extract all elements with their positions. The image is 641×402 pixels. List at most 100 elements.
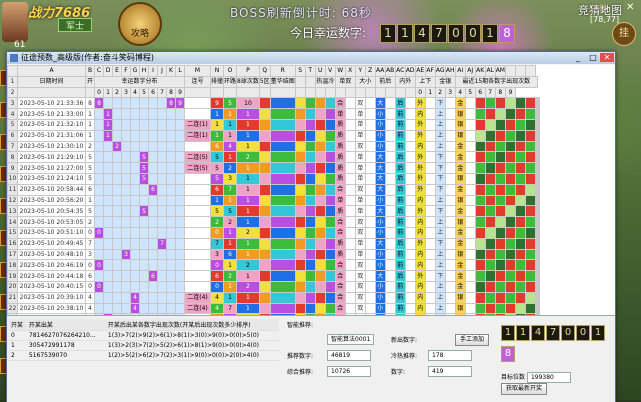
attr-pad-cell[interactable] [364,259,376,272]
attr-cell[interactable]: 金 [454,97,466,110]
lucky-cell[interactable] [94,302,104,315]
heat-cell[interactable] [494,205,506,218]
attr-pad-cell[interactable] [384,162,396,174]
stat-cell[interactable]: 1 [223,194,238,207]
heat-cell[interactable] [514,237,526,250]
attr-cell[interactable]: 内 [414,226,426,239]
lucky-cell[interactable] [130,205,140,218]
heat-cell[interactable] [537,280,540,293]
stat-cell[interactable]: 1 [236,194,260,207]
table-row[interactable]: 12 2023-05-10 20:56:20 1 1 1 1 单单小前内上银 [7,194,540,207]
table-row[interactable]: 10 2023-05-10 21:24:10 5 5 5 3 1 质单大后外下银 [7,172,540,185]
attr-cell[interactable]: 双 [354,140,366,153]
lucky-cell[interactable] [94,183,104,196]
heat-cell[interactable] [494,280,506,293]
trend-cell[interactable] [314,194,326,207]
heat-cell[interactable] [524,302,536,315]
table-row[interactable]: 9 2023-05-10 21:27:00 5 5 二连(5) 5 2 1 质单大后外下金 [7,162,540,174]
lucky-cell[interactable] [121,162,131,174]
lucky-cell[interactable] [139,302,149,315]
lucky-cell[interactable] [157,280,167,293]
stat-cell[interactable]: 2 [236,259,260,272]
attr-pad-cell[interactable] [384,183,396,196]
open-cell[interactable]: 6 [85,183,95,196]
lucky-cell[interactable] [166,183,176,196]
lucky-cell[interactable] [166,140,176,153]
heat-cell[interactable] [504,226,516,239]
heat-cell[interactable] [474,97,486,110]
lucky-cell[interactable] [94,248,104,261]
attr-cell[interactable]: 上 [434,129,446,142]
heat-cell[interactable] [524,162,536,174]
attr-cell[interactable]: 金 [454,162,466,174]
trend-cell[interactable] [258,270,271,282]
trend-cell[interactable] [314,205,326,218]
trend-cell[interactable] [269,194,296,207]
lucky-cell[interactable] [103,183,113,196]
trend-cell[interactable] [258,216,271,228]
stat-cell[interactable]: 1 [209,129,225,142]
lian-cell[interactable] [184,183,211,196]
lian-cell[interactable] [184,216,211,228]
attr-cell[interactable]: 内 [414,216,426,228]
attr-pad-cell[interactable] [364,118,376,131]
heat-cell[interactable] [494,216,506,228]
stat-cell[interactable]: 1 [236,118,260,131]
trend-cell[interactable] [258,205,271,218]
attr-cell[interactable]: 小 [374,248,386,261]
attr-pad-cell[interactable] [464,302,476,315]
lucky-cell[interactable] [112,162,122,174]
attr-pad-cell[interactable] [444,291,456,304]
trend-cell[interactable] [314,183,326,196]
date-cell[interactable]: 2023-05-10 20:58:44 [17,183,86,196]
attr-cell[interactable]: 合 [334,183,346,196]
lucky-cell[interactable] [166,280,176,293]
heat-cell[interactable] [494,140,506,153]
lucky-cell[interactable] [94,108,104,120]
attr-pad-cell[interactable] [344,183,356,196]
heat-cell[interactable] [484,194,496,207]
lian-cell[interactable]: 二连(4) [184,302,211,315]
attr-pad-cell[interactable] [384,248,396,261]
heat-cell[interactable] [494,118,506,131]
stat-cell[interactable]: 1 [223,237,238,250]
trend-cell[interactable] [269,237,296,250]
column-letter[interactable]: Y [354,65,366,77]
stat-cell[interactable]: 1 [236,237,260,250]
lucky-cell[interactable] [103,280,113,293]
column-letter[interactable]: D [103,65,113,77]
lucky-cell[interactable]: 5 [139,205,149,218]
lucky-cell[interactable] [112,172,122,185]
lucky-cell[interactable]: 1 [103,129,113,142]
lucky-cell[interactable] [148,108,158,120]
lucky-cell[interactable] [148,97,158,110]
stat-cell[interactable]: 2 [236,151,260,164]
heat-cell[interactable] [474,162,486,174]
stat-cell[interactable]: 5 [209,151,225,164]
attr-pad-cell[interactable] [424,140,436,153]
lucky-cell[interactable] [130,118,140,131]
lian-cell[interactable] [184,237,211,250]
heat-cell[interactable] [524,237,536,250]
attr-pad-cell[interactable] [464,140,476,153]
attr-pad-cell[interactable] [444,216,456,228]
stat-cell[interactable]: 1 [223,280,238,293]
trend-cell[interactable] [294,162,306,174]
attr-cell[interactable]: 外 [414,183,426,196]
attr-pad-cell[interactable] [384,205,396,218]
attr-cell[interactable]: 内 [414,194,426,207]
lucky-cell[interactable] [112,129,122,142]
heat-cell[interactable] [504,216,516,228]
trend-cell[interactable] [324,172,336,185]
history-cell[interactable]: 2 [9,350,27,361]
lucky-cell[interactable] [103,270,113,282]
attr-cell[interactable]: 上 [434,302,446,315]
attr-cell[interactable]: 金 [454,237,466,250]
heat-cell[interactable] [474,291,486,304]
heat-cell[interactable] [524,248,536,261]
heat-cell[interactable] [504,108,516,120]
attr-cell[interactable]: 质 [334,172,346,185]
heat-cell[interactable] [537,291,540,304]
trend-cell[interactable] [314,172,326,185]
attr-cell[interactable]: 下 [434,205,446,218]
